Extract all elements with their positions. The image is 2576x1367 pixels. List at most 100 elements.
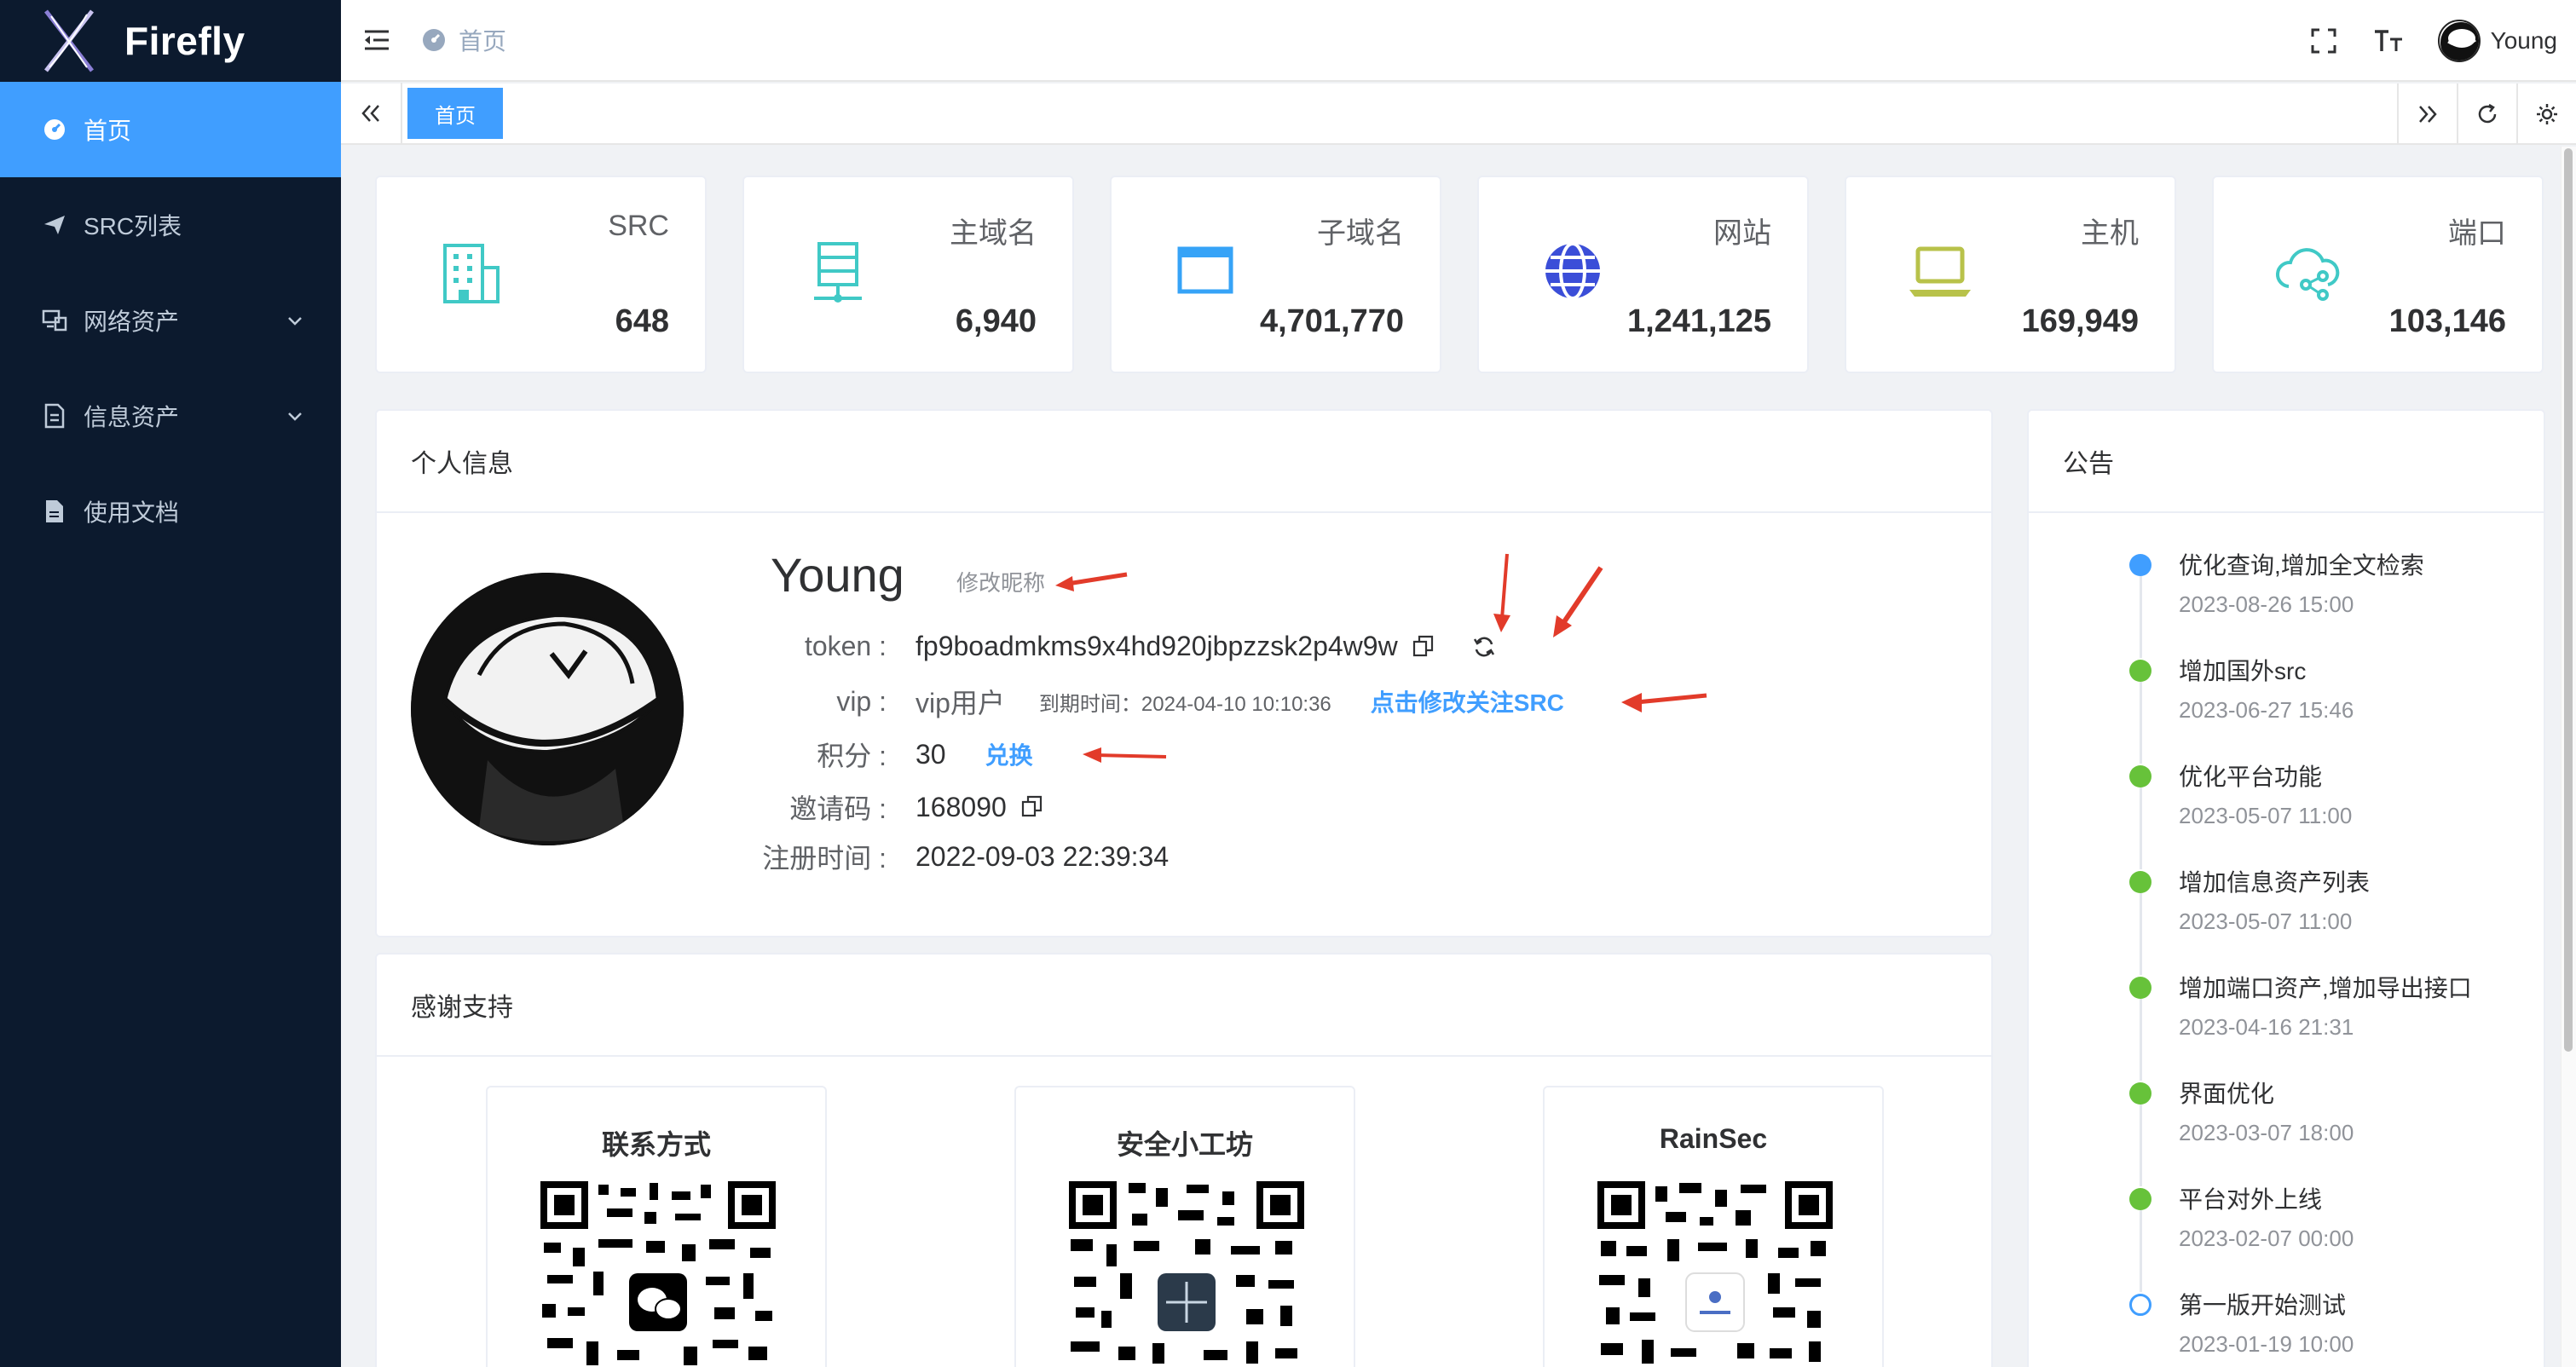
tab-home[interactable]: 首页 (407, 88, 503, 139)
card-title: 感谢支持 (377, 955, 1991, 1057)
timeline-connector (2140, 787, 2142, 869)
stat-card-host[interactable]: 主机 169,949 (1845, 176, 2176, 373)
timeline-connector (2140, 999, 2142, 1081)
token-row: token : fp9boadmkms9x4hd920jbpzzsk2p4w9w (377, 631, 1497, 662)
vip-value: vip用户 (915, 688, 1005, 718)
cloud-share-icon (2275, 248, 2340, 301)
sidebar-item-info-assets[interactable]: 信息资产 (0, 368, 341, 464)
timeline-time: 2023-01-19 10:00 (2179, 1331, 2354, 1357)
invite-label: 邀请码 : (789, 793, 887, 824)
qr-card-contact: 联系方式 (486, 1086, 827, 1367)
stat-card-subdomain[interactable]: 子域名 4,701,770 (1110, 176, 1441, 373)
scroll-left-icon[interactable] (341, 83, 402, 144)
username: Young (2490, 27, 2557, 54)
sidebar-item-label: 首页 (84, 118, 132, 144)
sidebar-item-src-list[interactable]: SRC列表 (0, 177, 341, 273)
timeline-time: 2023-05-07 11:00 (2179, 908, 2353, 934)
refresh-icon[interactable] (2457, 84, 2516, 145)
app-name: Firefly (124, 19, 245, 63)
timeline-title: 平台对外上线 (2179, 1186, 2323, 1213)
scrollbar[interactable] (2561, 147, 2576, 1367)
points-label: 积分 : (817, 741, 887, 771)
breadcrumb-home[interactable]: 首页 (459, 23, 506, 57)
profile-card: 个人信息 Young 修改昵称 token : fp9boadmkms9x4hd… (375, 409, 1993, 937)
qr-title: 联系方式 (601, 1129, 711, 1160)
chevron-down-icon (288, 412, 302, 421)
stat-card-src[interactable]: SRC 648 (375, 176, 707, 373)
register-row: 注册时间 : 2022-09-03 22:39:34 (377, 837, 1169, 876)
font-size-icon[interactable] (2373, 26, 2404, 56)
stat-label: 子域名 (1317, 217, 1404, 250)
copy-icon[interactable] (1020, 794, 1046, 820)
sidebar-item-docs[interactable]: 使用文档 (0, 464, 341, 559)
sidebar-item-label: SRC列表 (84, 213, 182, 239)
timeline-title: 增加国外src (2179, 658, 2307, 684)
timeline-connector (2140, 576, 2142, 658)
sidebar-item-label: 网络资产 (84, 309, 180, 335)
scrollbar-thumb[interactable] (2564, 148, 2573, 1052)
stat-label: 主域名 (950, 217, 1037, 250)
stat-card-main-domain[interactable]: 主域名 6,940 (742, 176, 1074, 373)
settings-icon[interactable] (2516, 84, 2576, 145)
menu-fold-icon[interactable] (361, 25, 392, 55)
profile-name: Young (771, 548, 904, 602)
redeem-link[interactable]: 兑换 (985, 737, 1033, 771)
timeline-time: 2023-03-07 18:00 (2179, 1120, 2354, 1145)
document-icon (41, 498, 68, 525)
annotation-arrow (1493, 553, 1510, 632)
stat-label: 主机 (2081, 217, 2139, 250)
dashboard-icon (41, 116, 68, 143)
sidebar-item-label: 使用文档 (84, 499, 180, 526)
sidebar-item-label: 信息资产 (84, 404, 180, 430)
app-logo[interactable]: Firefly (0, 0, 341, 82)
timeline-title: 第一版开始测试 (2179, 1292, 2347, 1318)
annotation-arrow (1621, 693, 1707, 712)
user-menu[interactable]: Young (2437, 20, 2557, 62)
scroll-right-icon[interactable] (2397, 84, 2457, 145)
timeline-connector (2140, 682, 2142, 764)
tags-bar: 首页 (341, 83, 2576, 145)
register-value: 2022-09-03 22:39:34 (915, 840, 1170, 872)
stat-label: 端口 (2448, 217, 2506, 250)
invite-value: 168090 (915, 791, 1007, 822)
timeline-time: 2023-02-07 00:00 (2179, 1226, 2354, 1251)
fullscreen-icon[interactable] (2308, 26, 2339, 56)
network-asset-icon (41, 307, 68, 334)
timeline-time: 2023-04-16 21:31 (2179, 1014, 2354, 1040)
paper-plane-icon (41, 211, 68, 239)
notice-card: 公告 优化查询,增加全文检索 2023-08-26 15:00 增加国外src … (2027, 409, 2545, 1367)
stat-card-website[interactable]: 网站 1,241,125 (1477, 176, 1809, 373)
edit-nickname-link[interactable]: 修改昵称 (956, 566, 1045, 597)
window-icon (1177, 246, 1233, 294)
document-list-icon (41, 402, 68, 430)
stat-value: 169,949 (2021, 303, 2139, 339)
breadcrumb: 首页 (421, 23, 506, 57)
timeline-dot (2129, 1294, 2151, 1316)
sidebar-item-network-assets[interactable]: 网络资产 (0, 273, 341, 368)
timeline-title: 增加端口资产,增加导出接口 (2179, 975, 2472, 1001)
stat-label: SRC (608, 210, 669, 242)
copy-icon[interactable] (1412, 634, 1437, 660)
timeline-dot (2129, 1188, 2151, 1210)
stat-value: 648 (615, 303, 669, 339)
register-label: 注册时间 : (762, 843, 887, 874)
sidebar: Firefly 首页 SRC列表 网络资产 信息资产 使用文档 (0, 0, 341, 1367)
avatar (2437, 20, 2481, 62)
support-card: 感谢支持 联系方式 安全小工坊 RainSec (375, 953, 1993, 1367)
stat-card-port[interactable]: 端口 103,146 (2212, 176, 2544, 373)
firefly-logo-icon (44, 9, 94, 72)
sidebar-item-home[interactable]: 首页 (0, 82, 341, 177)
timeline-title: 界面优化 (2179, 1081, 2275, 1107)
chevron-down-icon (288, 317, 302, 326)
building-icon (443, 244, 500, 303)
timeline-connector (2140, 1210, 2142, 1292)
vip-expire: 到期时间：2024-04-10 10:10:36 (1038, 692, 1331, 716)
timeline-dot (2129, 554, 2151, 576)
vip-label: vip : (836, 685, 887, 717)
qr-title: RainSec (1659, 1123, 1768, 1154)
edit-followed-src-link[interactable]: 点击修改关注SRC (1371, 684, 1564, 718)
main-content: SRC 648 主域名 6,940 子域名 4,701,770 网站 1,241… (341, 147, 2576, 1367)
qr-code (539, 1180, 777, 1367)
qr-card-security-workshop: 安全小工坊 (1014, 1086, 1355, 1367)
timeline-dot (2129, 660, 2151, 682)
